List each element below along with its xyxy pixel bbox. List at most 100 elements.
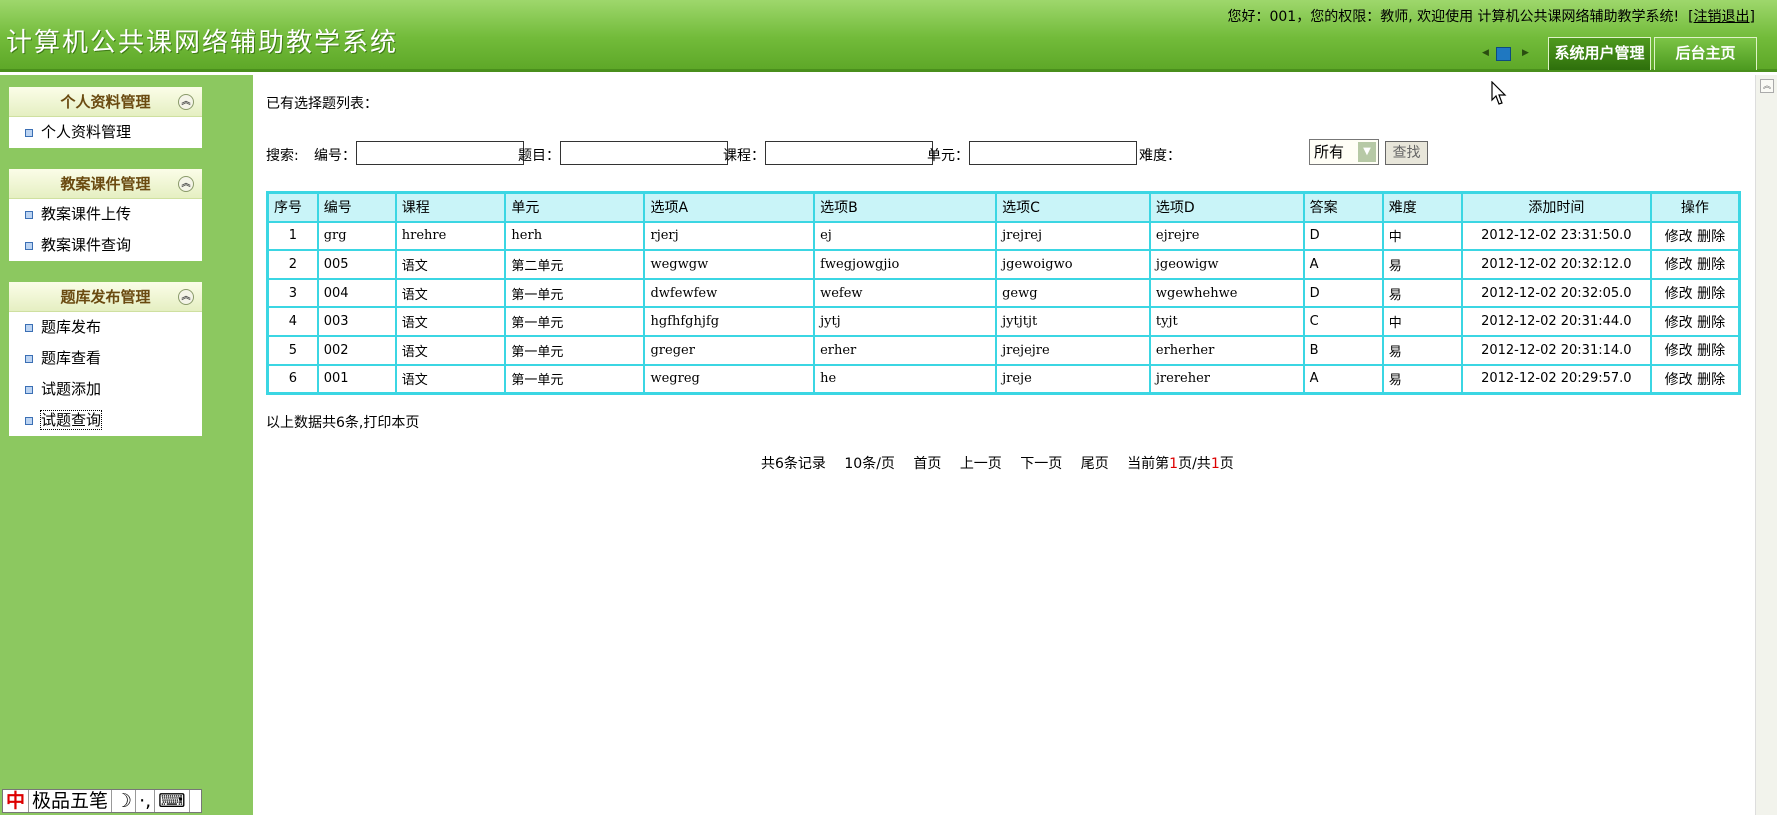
table-cell: fwegjowgjio (814, 250, 997, 279)
search-button[interactable]: 查找 (1385, 141, 1428, 165)
sidebar-group-title[interactable]: 个人资料管理 ︽ (9, 87, 202, 117)
sidebar-group-title[interactable]: 教案课件管理 ︽ (9, 169, 202, 199)
column-header: 单元 (505, 193, 645, 222)
ime-moon-icon[interactable]: ☽ (112, 790, 137, 812)
column-header: 添加时间 (1461, 193, 1651, 222)
table-cell: 2012-12-02 20:32:12.0 (1461, 250, 1651, 279)
sidebar-group-label: 个人资料管理 (60, 93, 151, 111)
table-cell: grg (317, 221, 396, 251)
bullet-icon (25, 355, 33, 363)
sidebar-item-label: 题库发布 (41, 318, 102, 336)
delete-link[interactable]: 删除 (1697, 315, 1725, 331)
edit-link[interactable]: 修改 (1665, 229, 1693, 245)
table-cell: wegreg (644, 364, 815, 394)
pager-last[interactable]: 尾页 (1081, 456, 1109, 472)
table-cell: 2012-12-02 20:31:44.0 (1461, 307, 1651, 336)
sidebar-item-question-add[interactable]: 试题添加 (9, 374, 202, 405)
edit-link[interactable]: 修改 (1665, 372, 1693, 388)
scroll-up-icon[interactable]: ︽ (1760, 79, 1774, 93)
sidebar-group-question-bank: 题库发布管理 ︽ 题库发布 题库查看 试题添加 试题查询 (9, 282, 202, 436)
column-header: 选项D (1149, 193, 1304, 222)
question-input[interactable] (560, 141, 728, 165)
book-icon[interactable] (1496, 47, 1511, 61)
table-cell: 2012-12-02 20:32:05.0 (1461, 278, 1651, 308)
sidebar-item-courseware-upload[interactable]: 教案课件上传 (9, 199, 202, 230)
table-row: 4 003 语文 第一单元 hgfhfghjfg jytj jytjtjt tyjt C 中 201… (268, 307, 1739, 336)
table-row: 2 005 语文 第二单元 wegwgw fwegjowgjio jgewoigwo jgeo… (268, 250, 1739, 279)
pager-first[interactable]: 首页 (913, 456, 941, 472)
edit-link[interactable]: 修改 (1665, 315, 1693, 331)
table-cell: rjerj (644, 221, 815, 251)
course-input[interactable] (765, 141, 933, 165)
pager-current-prefix: 当前第 (1127, 456, 1170, 472)
edit-link[interactable]: 修改 (1665, 343, 1693, 359)
ime-toolbar[interactable]: 中 极品五笔 ☽ ·, ⌨ (2, 789, 202, 813)
pager-next[interactable]: 下一页 (1020, 456, 1062, 472)
sidebar-item-profile-management[interactable]: 个人资料管理 (9, 117, 202, 148)
ime-keyboard-icon[interactable]: ⌨ (155, 790, 190, 812)
table-cell: herh (505, 221, 645, 251)
table-cell-actions: 修改 删除 (1650, 250, 1739, 279)
table-cell: 002 (317, 335, 396, 365)
bullet-icon (25, 386, 33, 394)
id-input[interactable] (356, 141, 524, 165)
ime-punctuation-icon[interactable]: ·, (136, 790, 156, 812)
table-row: 3 004 语文 第一单元 dwfewfew wefew gewg wgewhehwe D 易 20… (268, 278, 1739, 308)
table-body: 1 grg hrehre herh rjerj ej jrejrej ejrejre D 中 201… (268, 221, 1739, 394)
chevron-down-icon[interactable]: ▼ (1358, 142, 1376, 162)
sidebar-item-courseware-query[interactable]: 教案课件查询 (9, 230, 202, 261)
table-cell: 语文 (395, 364, 506, 394)
sidebar-item-label: 试题添加 (41, 380, 102, 398)
sidebar-item-question-query[interactable]: 试题查询 (9, 405, 202, 436)
pager-current: 当前第1页/共1页 (1127, 456, 1234, 472)
table-cell: 中 (1382, 307, 1462, 336)
vertical-scrollbar[interactable]: ︽ (1755, 75, 1777, 815)
edit-link[interactable]: 修改 (1665, 286, 1693, 302)
delete-link[interactable]: 删除 (1697, 286, 1725, 302)
delete-link[interactable]: 删除 (1697, 343, 1725, 359)
table-cell: jgeowigw (1149, 250, 1304, 279)
table-row: 6 001 语文 第一单元 wegreg he jreje jrereher A 易 2012-12… (268, 364, 1739, 394)
table-cell: D (1303, 221, 1383, 251)
table-cell: C (1303, 307, 1383, 336)
delete-link[interactable]: 删除 (1697, 257, 1725, 273)
table-cell: 第一单元 (505, 307, 645, 336)
table-cell: 第一单元 (505, 335, 645, 365)
pager-total-pages: 1 (1210, 456, 1220, 472)
app-title: 计算机公共课网络辅助教学系统 (6, 28, 399, 58)
ime-logo-icon[interactable]: 中 (3, 790, 30, 812)
pager-prev[interactable]: 上一页 (960, 456, 1002, 472)
sidebar-item-label: 个人资料管理 (41, 123, 132, 141)
sidebar-item-bank-view[interactable]: 题库查看 (9, 343, 202, 374)
logout-link[interactable]: 注销退出 (1694, 9, 1750, 25)
sidebar-group-label: 题库发布管理 (60, 288, 151, 306)
table-cell: 语文 (395, 335, 506, 365)
arrow-left-icon[interactable]: ◀ (1482, 48, 1489, 58)
collapse-icon[interactable]: ︽ (178, 289, 194, 305)
sidebar-item-bank-publish[interactable]: 题库发布 (9, 312, 202, 343)
tab-system-user-management[interactable]: 系统用户管理 (1548, 37, 1651, 70)
table-cell: B (1303, 335, 1383, 365)
arrow-right-icon[interactable]: ▶ (1522, 48, 1529, 58)
logout-bracket-close: ] (1749, 9, 1755, 25)
table-cell: wefew (814, 278, 997, 308)
table-cell: 1 (268, 221, 318, 251)
table-cell: hrehre (395, 221, 506, 251)
tab-admin-home[interactable]: 后台主页 (1654, 37, 1757, 70)
search-label: 搜索: (266, 148, 299, 164)
delete-link[interactable]: 删除 (1697, 229, 1725, 245)
difficulty-select[interactable]: 所有 ▼ (1309, 139, 1379, 165)
table-cell: 4 (268, 307, 318, 336)
welcome-message: 您好：001，您的权限：教师, 欢迎使用 计算机公共课网络辅助教学系统! [注销… (1227, 6, 1755, 26)
ime-name[interactable]: 极品五笔 (29, 790, 113, 812)
list-title: 已有选择题列表： (266, 96, 378, 112)
column-header: 选项A (644, 193, 815, 222)
unit-input[interactable] (969, 141, 1137, 165)
collapse-icon[interactable]: ︽ (178, 94, 194, 110)
pager-suffix: 页 (1219, 456, 1234, 472)
table-cell: A (1303, 364, 1383, 394)
collapse-icon[interactable]: ︽ (178, 176, 194, 192)
edit-link[interactable]: 修改 (1665, 257, 1693, 273)
delete-link[interactable]: 删除 (1697, 372, 1725, 388)
sidebar-group-title[interactable]: 题库发布管理 ︽ (9, 282, 202, 312)
